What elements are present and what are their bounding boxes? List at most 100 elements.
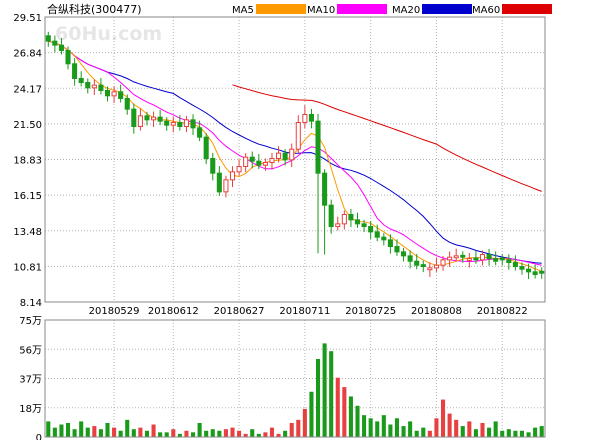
price-tick-label: 13.48 xyxy=(13,227,42,238)
date-tick-label: 20180725 xyxy=(345,306,396,317)
volume-bar xyxy=(519,430,525,437)
candle-body xyxy=(539,270,545,274)
candle-body xyxy=(177,121,183,127)
volume-bar xyxy=(237,430,242,437)
volume-axis: 75万 56万 37万 18万 0 xyxy=(19,316,42,440)
volume-bar xyxy=(375,421,380,437)
candle-body xyxy=(479,254,486,261)
date-tick-label: 20180612 xyxy=(148,306,199,317)
date-tick-label: 20180627 xyxy=(214,306,265,317)
ma5-path xyxy=(48,40,542,272)
candle-body xyxy=(249,156,255,162)
candle-body xyxy=(486,254,492,260)
candle-body xyxy=(210,157,216,174)
volume-bar xyxy=(500,430,505,437)
ma5-line xyxy=(48,40,542,272)
stock-chart: 合纵科技(300477) MA5 MA10 MA20 MA60 60Hu.com 29… xyxy=(13,2,552,440)
volume-bar xyxy=(480,422,485,437)
volume-bar xyxy=(513,430,518,437)
volume-bar xyxy=(151,424,156,437)
candle-body xyxy=(91,84,97,89)
volume-bar-series xyxy=(46,343,544,437)
volume-bar xyxy=(434,418,439,437)
candle-body xyxy=(52,40,58,46)
price-tick-label: 24.17 xyxy=(13,84,42,95)
candle-body xyxy=(526,268,532,273)
candle-body xyxy=(354,219,361,225)
volume-bar xyxy=(302,408,307,437)
volume-bar xyxy=(526,432,531,437)
candle-body xyxy=(157,116,163,122)
candle-body xyxy=(151,116,157,121)
candle-body xyxy=(295,121,301,150)
date-tick-label: 20180822 xyxy=(477,306,528,317)
candle-body xyxy=(98,84,104,91)
volume-bar xyxy=(440,399,446,437)
price-tick-label: 26.84 xyxy=(13,49,42,60)
legend-swatch xyxy=(256,4,306,14)
volume-tick-label: 18万 xyxy=(19,404,42,415)
volume-bar xyxy=(460,426,465,437)
volume-bar xyxy=(164,432,169,437)
legend-swatch xyxy=(337,4,387,14)
price-tick-label: 18.83 xyxy=(13,156,42,167)
volume-bar xyxy=(79,421,84,437)
volume-bar xyxy=(204,430,209,437)
legend-swatch xyxy=(502,4,552,14)
candle-body xyxy=(427,267,433,271)
candlestick-series xyxy=(45,31,545,280)
volume-bar xyxy=(539,426,544,437)
candle-body xyxy=(229,171,236,181)
volume-bar xyxy=(250,429,255,437)
candle-body xyxy=(460,254,466,258)
candle-body xyxy=(256,160,262,166)
candle-body xyxy=(262,162,268,166)
candle-body xyxy=(433,264,439,269)
volume-bar xyxy=(144,430,150,437)
ma60-path xyxy=(232,84,542,192)
volume-bar xyxy=(368,418,373,437)
date-tick-label: 20180711 xyxy=(279,306,330,317)
ma60-line xyxy=(232,84,542,192)
candle-body xyxy=(308,113,314,122)
candle-body xyxy=(144,115,150,121)
price-tick-label: 16.15 xyxy=(13,191,42,202)
volume-bar xyxy=(388,424,393,437)
volume-bar xyxy=(315,359,321,437)
volume-bar xyxy=(223,429,228,437)
candle-body xyxy=(269,157,275,164)
volume-bar xyxy=(401,426,406,437)
legend: MA5 MA10 MA20 MA60 xyxy=(232,4,552,16)
candle-body xyxy=(407,255,413,262)
price-axis: 29.51 26.84 24.17 21.50 18.83 16.15 13.48 10.81… xyxy=(13,13,42,309)
candle-body xyxy=(506,259,512,264)
volume-bar xyxy=(197,422,202,437)
volume-bar xyxy=(289,422,294,437)
volume-bar xyxy=(125,419,130,437)
candle-body xyxy=(420,264,426,268)
volume-bar xyxy=(467,421,472,437)
date-tick-label: 20180529 xyxy=(89,306,140,317)
volume-bar xyxy=(230,427,235,437)
candle-body xyxy=(315,120,321,174)
header-row: 合纵科技(300477) MA5 MA10 MA20 MA60 xyxy=(47,2,552,16)
volume-bar xyxy=(131,429,136,437)
volume-bar xyxy=(427,430,432,437)
volume-bar xyxy=(355,405,360,437)
chart-title: 合纵科技(300477) xyxy=(47,2,142,16)
plot-frames xyxy=(44,16,546,438)
candle-body xyxy=(381,236,387,241)
volume-bar xyxy=(65,422,71,437)
volume-bar xyxy=(283,430,288,437)
volume-bar xyxy=(118,430,123,437)
volume-bar xyxy=(171,429,176,437)
candle-body xyxy=(374,231,380,238)
candle-body xyxy=(532,271,538,276)
candle-body xyxy=(124,97,130,110)
volume-bar xyxy=(493,421,498,437)
volume-bar xyxy=(342,387,347,437)
candle-body xyxy=(335,223,341,228)
candle-body xyxy=(45,35,51,42)
volume-bar xyxy=(381,415,386,437)
volume-bar xyxy=(454,419,459,437)
